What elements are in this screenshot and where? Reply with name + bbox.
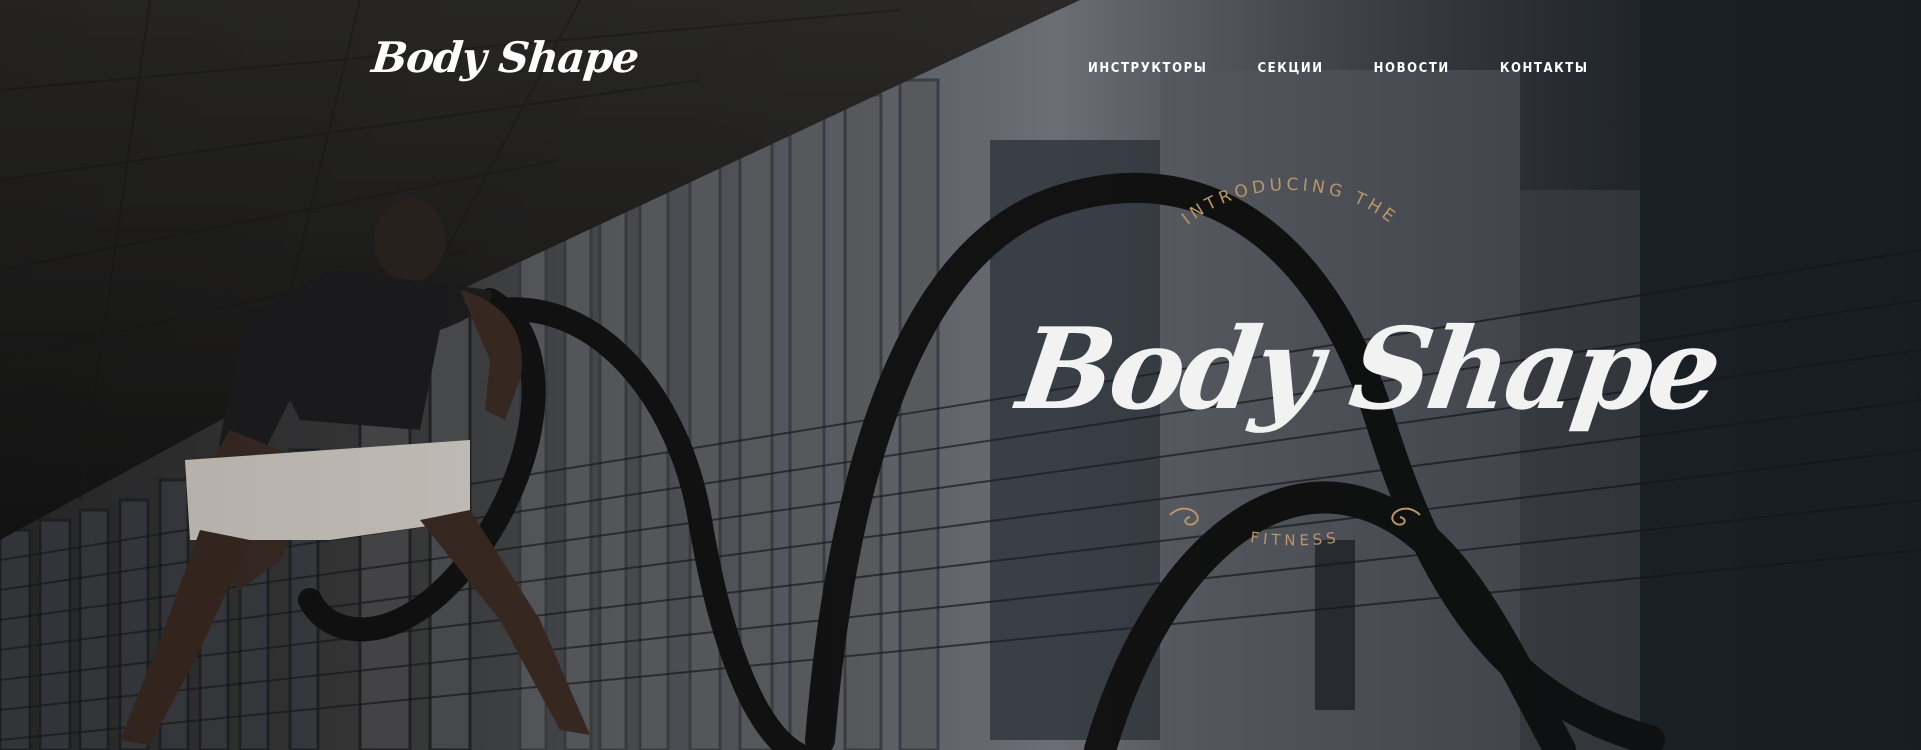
nav-link-contacts[interactable]: КОНТАКТЫ	[1500, 58, 1589, 80]
logo-wordmark: Body Shape	[369, 33, 641, 82]
emblem-flourish-icon	[1169, 507, 1421, 526]
emblem-title: Body Shape	[1010, 304, 1726, 435]
nav-link-news[interactable]: НОВОСТИ	[1374, 58, 1450, 80]
nav-link-instructors[interactable]: ИНСТРУКТОРЫ	[1088, 58, 1208, 80]
main-navigation: ИНСТРУКТОРЫ СЕКЦИИ НОВОСТИ КОНТАКТЫ	[1088, 58, 1589, 80]
hero-emblem: INTRODUCING THE FITNESS Body Shape	[1011, 175, 1726, 565]
nav-link-sections[interactable]: СЕКЦИИ	[1258, 58, 1324, 80]
hero-banner: Body Shape ИНСТРУКТОРЫ СЕКЦИИ НОВОСТИ КО…	[0, 0, 1921, 750]
site-logo[interactable]: Body Shape	[369, 28, 640, 112]
emblem-bottom-text: FITNESS	[1249, 528, 1340, 549]
